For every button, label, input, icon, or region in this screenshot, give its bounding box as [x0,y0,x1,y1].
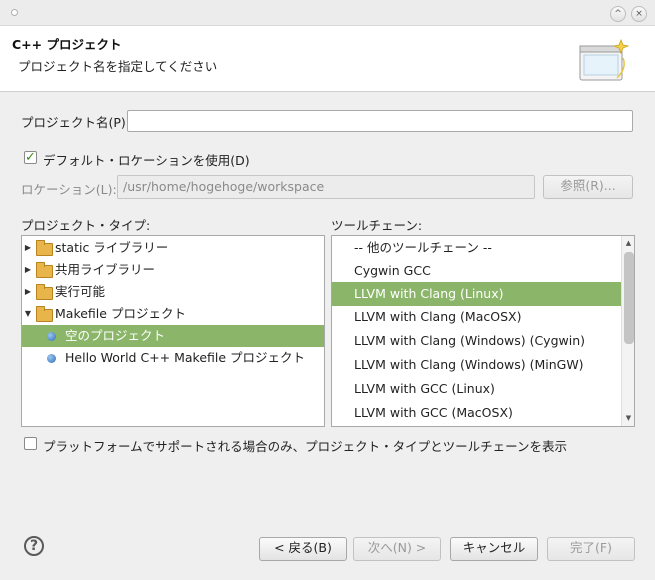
project-name-input[interactable] [127,110,633,132]
toolchain-item[interactable]: LLVM with GCC (Linux) [332,377,634,401]
location-input[interactable]: /usr/home/hogehoge/workspace [117,175,535,199]
wizard-banner-icon [579,38,629,81]
browse-button[interactable]: 参照(R)... [543,175,633,199]
tree-item-label: 空のプロジェクト [65,328,166,343]
project-type-header: プロジェクト・タイプ: [21,218,151,233]
project-name-label: プロジェクト名(P): [21,115,131,130]
tree-item-empty-project[interactable]: 空のプロジェクト [22,325,324,347]
scroll-down-icon[interactable]: ▼ [622,414,634,422]
project-type-tree[interactable]: ▶ static ライブラリー ▶ 共用ライブラリー ▶ 実行可能 ▼ Make… [21,235,325,427]
tree-item-static-library[interactable]: ▶ static ライブラリー [22,237,324,259]
tree-item-makefile-project[interactable]: ▼ Makefile プロジェクト [22,303,324,325]
folder-icon [36,262,53,278]
check-icon: ✓ [25,150,36,165]
minimize-button[interactable]: ^ [610,6,626,22]
toolchain-header: ツールチェーン: [331,218,423,233]
collapse-arrow-icon[interactable]: ▼ [23,303,33,325]
folder-icon [36,284,53,300]
page-title: C++ プロジェクト [12,37,122,52]
page-description: プロジェクト名を指定してください [18,59,218,74]
toolchain-item-selected[interactable]: LLVM with Clang (Linux) [332,282,621,306]
tree-item-label: 実行可能 [55,284,106,299]
tree-item-label: Makefile プロジェクト [55,306,186,321]
tree-item-executable[interactable]: ▶ 実行可能 [22,281,324,303]
toolchain-item[interactable]: LLVM with Clang (Windows) (Cygwin) [332,329,634,353]
tree-item-label: Hello World C++ Makefile プロジェクト [65,350,306,365]
toolchain-item[interactable]: LLVM with GCC (MacOSX) [332,401,634,425]
project-type-icon [47,332,56,341]
folder-icon [36,306,53,322]
toolchain-item[interactable]: Cygwin GCC [332,259,634,283]
expand-arrow-icon[interactable]: ▶ [23,281,33,303]
expand-arrow-icon[interactable]: ▶ [23,259,33,281]
tree-item-hello-world[interactable]: Hello World C++ Makefile プロジェクト [22,347,324,369]
platform-filter-checkbox[interactable] [24,437,37,450]
folder-icon [36,240,53,256]
location-label: ロケーション(L): [21,182,117,197]
platform-filter-label: プラットフォームでサポートされる場合のみ、プロジェクト・タイプとツールチェーンを… [43,439,568,454]
window-menu-icon[interactable] [11,9,18,16]
toolchain-item[interactable]: LLVM with Clang (MacOSX) [332,305,634,329]
cancel-button[interactable]: キャンセル [450,537,538,561]
close-button[interactable]: × [631,6,647,22]
title-bar [0,0,655,26]
default-location-label: デフォルト・ロケーションを使用(D) [43,153,250,168]
expand-arrow-icon[interactable]: ▶ [23,237,33,259]
tree-item-label: 共用ライブラリー [55,262,156,277]
default-location-checkbox[interactable]: ✓ [24,151,37,164]
toolchain-item[interactable]: LLVM with Clang (Windows) (MinGW) [332,353,634,377]
next-button[interactable]: 次へ(N) > [353,537,441,561]
tree-item-shared-library[interactable]: ▶ 共用ライブラリー [22,259,324,281]
toolchain-list[interactable]: -- 他のツールチェーン -- Cygwin GCC LLVM with Cla… [331,235,635,427]
project-type-icon [47,354,56,363]
toolchain-scrollbar[interactable]: ▲ ▼ [621,236,634,426]
tree-item-label: static ライブラリー [55,240,169,255]
scroll-up-icon[interactable]: ▲ [622,239,634,247]
help-icon[interactable]: ? [24,536,44,556]
back-button[interactable]: < 戻る(B) [259,537,347,561]
scrollbar-thumb[interactable] [624,252,634,344]
toolchain-item[interactable]: -- 他のツールチェーン -- [332,236,634,260]
finish-button[interactable]: 完了(F) [547,537,635,561]
